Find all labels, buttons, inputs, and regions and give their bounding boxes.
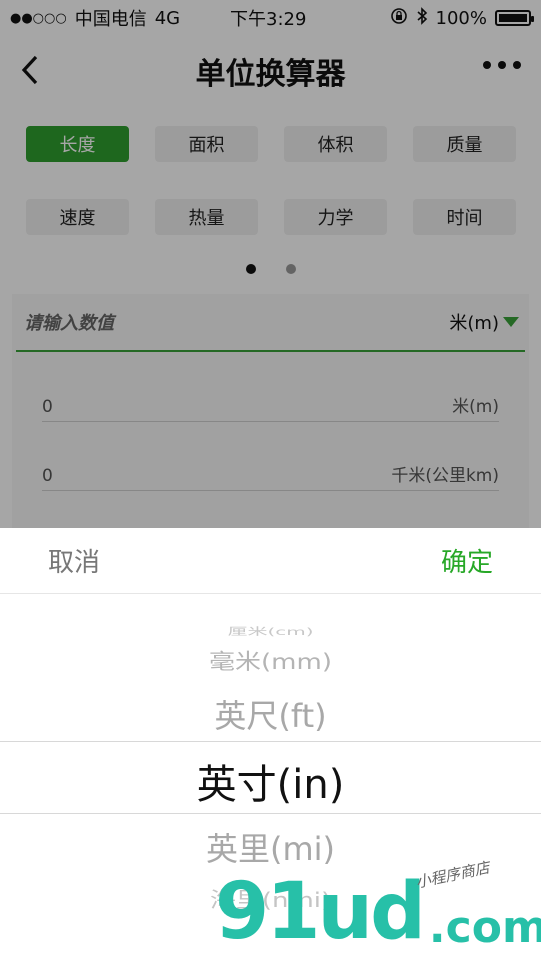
watermark: 91ud .com 小程序商店 <box>215 858 541 957</box>
picker-item[interactable]: 英尺(ft) <box>0 691 541 737</box>
picker-item-selected[interactable]: 英寸(in) <box>0 752 541 810</box>
watermark-domain: .com <box>428 902 541 953</box>
watermark-logo: 91ud <box>215 867 426 957</box>
picker-item[interactable]: 毫米(mm) <box>0 645 541 675</box>
selection-line-bottom <box>0 813 541 814</box>
cancel-button[interactable]: 取消 <box>48 542 100 579</box>
selection-line-top <box>0 741 541 742</box>
picker-item[interactable]: 厘米(cm) <box>0 623 541 638</box>
picker-header: 取消 确定 <box>0 528 541 594</box>
confirm-button[interactable]: 确定 <box>441 542 493 579</box>
